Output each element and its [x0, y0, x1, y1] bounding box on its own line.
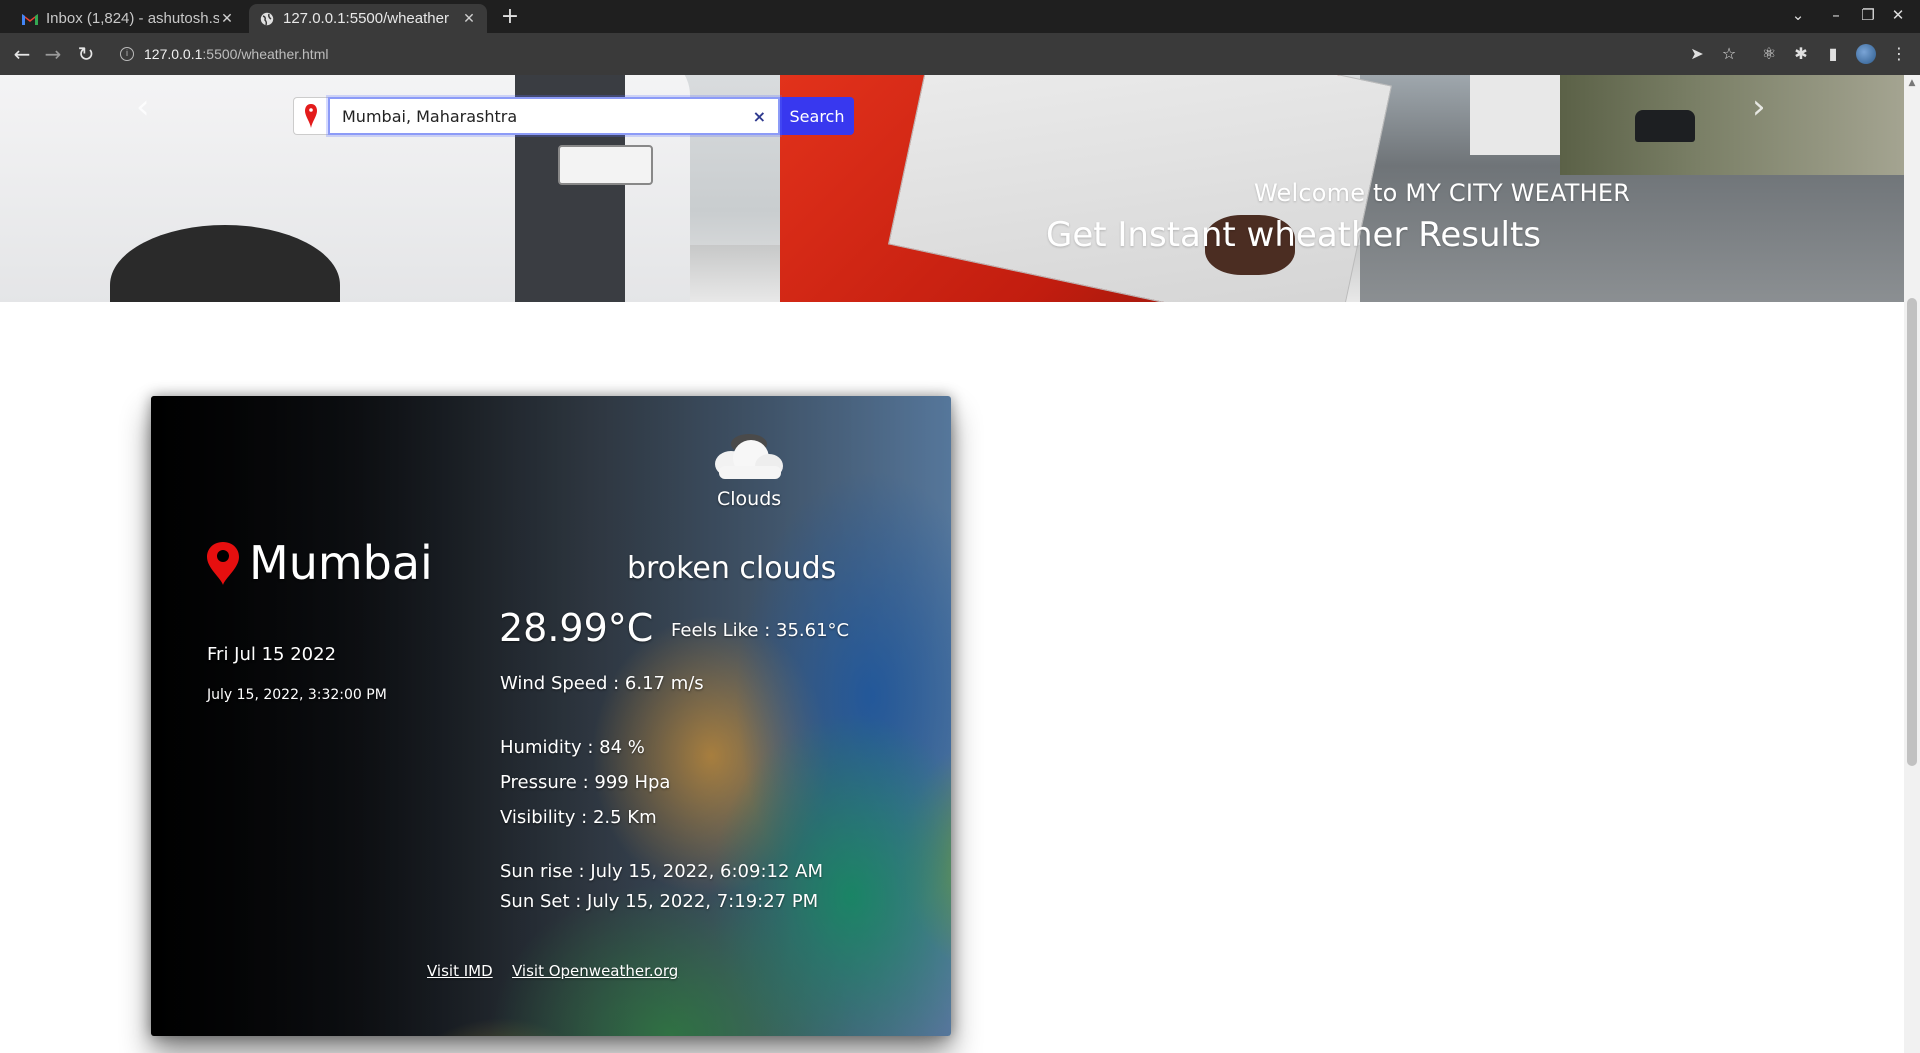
current-date: Fri Jul 15 2022 — [207, 644, 337, 665]
globe-icon — [259, 11, 275, 27]
tab-search-icon[interactable]: ⌄ — [1786, 6, 1810, 24]
card-shade — [151, 396, 951, 1036]
extensions-puzzle-icon[interactable]: ✱ — [1790, 43, 1812, 65]
hero-car — [1635, 110, 1695, 142]
weather-main: Clouds — [717, 488, 782, 510]
gmail-icon — [22, 11, 38, 27]
tab-title: Inbox (1,824) - ashutosh.s — [46, 10, 219, 27]
site-info-icon[interactable]: i — [120, 47, 134, 61]
scrollbar-thumb[interactable] — [1907, 298, 1917, 766]
close-tab-icon[interactable]: ✕ — [219, 10, 235, 27]
search-bar: × Search — [293, 97, 854, 135]
close-tab-icon[interactable]: ✕ — [461, 10, 477, 27]
search-button[interactable]: Search — [780, 97, 854, 135]
visibility: Visibility : 2.5 Km — [500, 807, 657, 828]
clear-search-icon[interactable]: × — [753, 107, 766, 126]
map-marker-icon — [207, 542, 239, 585]
back-icon[interactable]: ← — [10, 42, 34, 66]
browser-toolbar: ← → ↻ i 127.0.0.1:5500/wheather.html ➤ ☆… — [0, 33, 1920, 75]
restore-icon[interactable]: ❐ — [1856, 6, 1880, 24]
close-window-icon[interactable]: ✕ — [1886, 6, 1910, 24]
humidity: Humidity : 84 % — [500, 737, 645, 758]
sunrise: Sun rise : July 15, 2022, 6:09:12 AM — [500, 861, 823, 882]
profile-avatar-icon[interactable] — [1856, 44, 1876, 64]
search-input[interactable] — [342, 106, 732, 126]
cloud-icon — [715, 434, 783, 479]
page-viewport: ‹ › Welcome to MY CITY WEATHER Get Insta… — [0, 75, 1920, 1053]
wind-speed: Wind Speed : 6.17 m/s — [500, 673, 704, 694]
forward-icon[interactable]: → — [41, 42, 65, 66]
hero-plate — [558, 145, 653, 185]
hero-welcome-text: Welcome to MY CITY WEATHER — [1254, 179, 1631, 207]
url-host: 127.0.0.1 — [144, 46, 203, 62]
city-name: Mumbai — [249, 536, 433, 590]
city-heading: Mumbai — [203, 536, 433, 590]
scroll-up-icon[interactable]: ▲ — [1908, 78, 1916, 88]
hero-carousel: ‹ › Welcome to MY CITY WEATHER Get Insta… — [0, 75, 1904, 302]
carousel-next-icon[interactable]: › — [1752, 87, 1766, 127]
visit-openweather-link[interactable]: Visit Openweather.org — [512, 962, 678, 980]
hero-trees — [1560, 75, 1904, 175]
extension-react-icon[interactable]: ⚛ — [1758, 43, 1780, 65]
new-tab-button[interactable]: + — [497, 4, 523, 30]
menu-kebab-icon[interactable]: ⋮ — [1888, 43, 1910, 65]
minimize-icon[interactable]: – — [1824, 6, 1848, 24]
temperature: 28.99°C — [499, 606, 654, 650]
send-icon[interactable]: ➤ — [1686, 43, 1708, 65]
current-datetime: July 15, 2022, 3:32:00 PM — [207, 687, 387, 703]
search-input-wrapper: × — [328, 97, 780, 135]
tab-gmail[interactable]: Inbox (1,824) - ashutosh.s ✕ — [12, 4, 245, 33]
weather-card: Mumbai Fri Jul 15 2022 July 15, 2022, 3:… — [151, 396, 951, 1036]
carousel-prev-icon[interactable]: ‹ — [136, 87, 150, 127]
sunset: Sun Set : July 15, 2022, 7:19:27 PM — [500, 891, 819, 912]
tab-title: 127.0.0.1:5500/wheather — [283, 10, 449, 27]
hero-headline: Get Instant wheather Results — [1046, 215, 1542, 255]
address-bar[interactable]: i 127.0.0.1:5500/wheather.html — [108, 37, 1678, 71]
weather-description: broken clouds — [627, 551, 837, 586]
visit-imd-link[interactable]: Visit IMD — [427, 962, 493, 980]
hero-house — [1470, 75, 1560, 155]
location-pin-icon — [293, 97, 328, 135]
tab-weather[interactable]: 127.0.0.1:5500/wheather ✕ — [249, 4, 487, 33]
browser-tab-bar: Inbox (1,824) - ashutosh.s ✕ 127.0.0.1:5… — [0, 0, 1920, 33]
url-path: :5500/wheather.html — [202, 46, 329, 62]
bookmark-star-icon[interactable]: ☆ — [1718, 43, 1740, 65]
feels-like: Feels Like : 35.61°C — [671, 620, 850, 641]
pressure: Pressure : 999 Hpa — [500, 772, 671, 793]
reload-icon[interactable]: ↻ — [74, 42, 98, 66]
side-panel-icon[interactable]: ▮ — [1822, 43, 1844, 65]
